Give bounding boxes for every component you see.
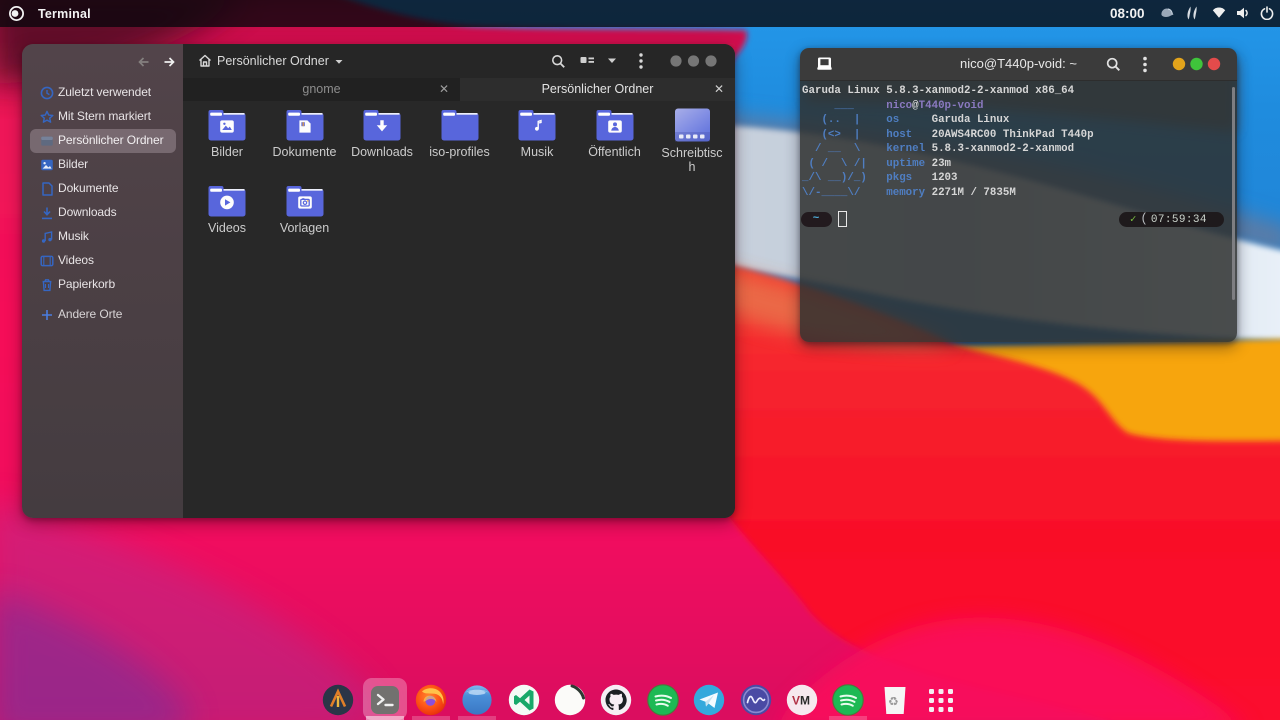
svg-text:M: M [800, 694, 810, 708]
svg-text:V: V [792, 694, 800, 708]
svg-text:♻: ♻ [888, 695, 899, 709]
